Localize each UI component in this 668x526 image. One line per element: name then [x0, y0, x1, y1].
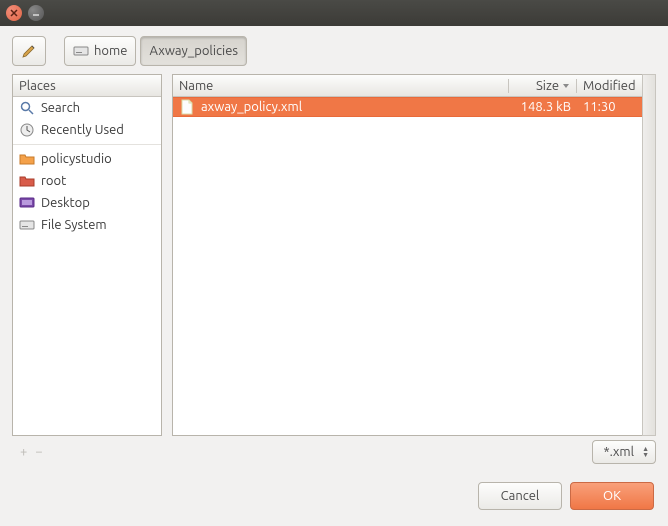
scrollbar[interactable] — [642, 74, 656, 436]
places-item-filesystem[interactable]: File System — [13, 214, 161, 236]
places-item-policystudio[interactable]: policystudio — [13, 148, 161, 170]
ok-button-label: OK — [603, 489, 621, 503]
drive-icon — [19, 217, 35, 233]
places-item-search[interactable]: Search — [13, 97, 161, 119]
add-bookmark-button[interactable]: + — [20, 445, 27, 459]
column-header-size[interactable]: Size — [509, 79, 577, 93]
places-item-label: Desktop — [41, 196, 90, 210]
places-item-label: Recently Used — [41, 123, 124, 137]
places-item-recent[interactable]: Recently Used — [13, 119, 161, 141]
places-item-desktop[interactable]: Desktop — [13, 192, 161, 214]
file-icon — [179, 99, 195, 115]
file-row[interactable]: axway_policy.xml 148.3 kB 11:30 — [173, 97, 655, 117]
file-size: 148.3 kB — [509, 100, 577, 114]
clock-icon — [19, 122, 35, 138]
cancel-button-label: Cancel — [501, 489, 540, 503]
folder-icon — [19, 173, 35, 189]
places-item-label: policystudio — [41, 152, 112, 166]
search-icon — [19, 100, 35, 116]
places-item-label: root — [41, 174, 66, 188]
sort-desc-icon — [562, 82, 570, 90]
breadcrumb-current[interactable]: Axway_policies — [140, 36, 247, 66]
places-header[interactable]: Places — [13, 79, 62, 93]
breadcrumb-home[interactable]: home — [64, 36, 136, 66]
remove-bookmark-button[interactable]: − — [35, 445, 42, 459]
spinner-icon: ▲▼ — [642, 446, 649, 458]
minimize-icon — [32, 9, 40, 17]
file-name: axway_policy.xml — [201, 100, 302, 114]
breadcrumb-home-label: home — [94, 44, 127, 58]
places-item-label: Search — [41, 101, 80, 115]
places-item-root[interactable]: root — [13, 170, 161, 192]
files-panel: Name Size Modified axway_policy.xml 148.… — [172, 74, 656, 436]
window-minimize-button[interactable] — [28, 5, 44, 21]
places-panel: Places Search Recently Used policystudio… — [12, 74, 162, 436]
edit-path-button[interactable] — [12, 36, 46, 66]
pencil-icon — [21, 43, 37, 59]
window-close-button[interactable] — [6, 5, 22, 21]
cancel-button[interactable]: Cancel — [478, 482, 562, 510]
separator — [13, 144, 161, 145]
close-icon — [10, 9, 18, 17]
ok-button[interactable]: OK — [570, 482, 654, 510]
breadcrumb-current-label: Axway_policies — [149, 44, 238, 58]
column-header-name[interactable]: Name — [173, 79, 509, 93]
folder-icon — [19, 151, 35, 167]
file-filter-select[interactable]: *.xml ▲▼ — [592, 440, 656, 464]
column-header-size-label: Size — [536, 79, 559, 93]
drive-icon — [73, 43, 89, 59]
desktop-icon — [19, 195, 35, 211]
places-item-label: File System — [41, 218, 107, 232]
file-filter-label: *.xml — [603, 445, 634, 459]
